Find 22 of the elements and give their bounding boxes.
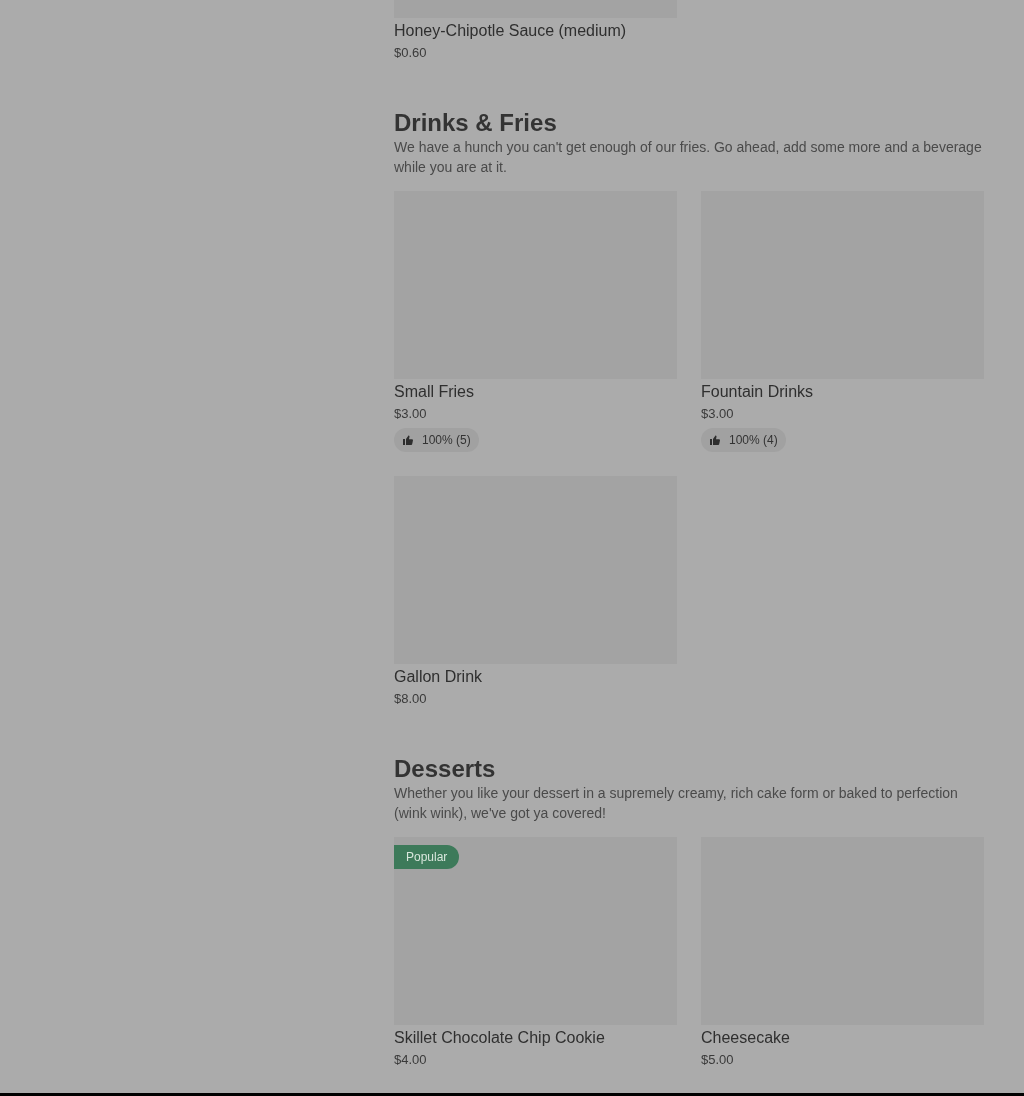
image-placeholder[interactable]: Popular [394, 837, 677, 1025]
item-price: $4.00 [394, 1051, 428, 1069]
item-price: $3.00 [701, 405, 735, 423]
thumbs-up-icon [709, 434, 721, 446]
item-name[interactable]: Skillet Chocolate Chip Cookie [394, 1027, 677, 1049]
item-name[interactable]: Gallon Drink [394, 666, 677, 688]
item-name[interactable]: Honey-Chipotle Sauce (medium) [394, 20, 677, 42]
rating-text: 100% (4) [729, 432, 778, 449]
item-price: $0.60 [394, 44, 428, 62]
item-name[interactable]: Cheesecake [701, 1027, 984, 1049]
rating-text: 100% (5) [422, 432, 471, 449]
section-description: We have a hunch you can't get enough of our fries. Go ahead, add some more and a beverage while you are at it. [394, 138, 983, 177]
item-price: $5.00 [701, 1051, 735, 1069]
section-description: Whether you like your dessert in a supremely creamy, rich cake form or baked to perfection (wink wink), we've got ya covered! [394, 784, 959, 823]
section-title: Drinks & Fries [394, 109, 558, 137]
thumbs-up-icon [402, 434, 414, 446]
item-price: $3.00 [394, 405, 428, 423]
item-name[interactable]: Small Fries [394, 381, 677, 403]
section-title: Desserts [394, 755, 497, 783]
item-price: $8.00 [394, 690, 428, 708]
item-name[interactable]: Fountain Drinks [701, 381, 984, 403]
popular-badge: Popular [394, 845, 460, 869]
